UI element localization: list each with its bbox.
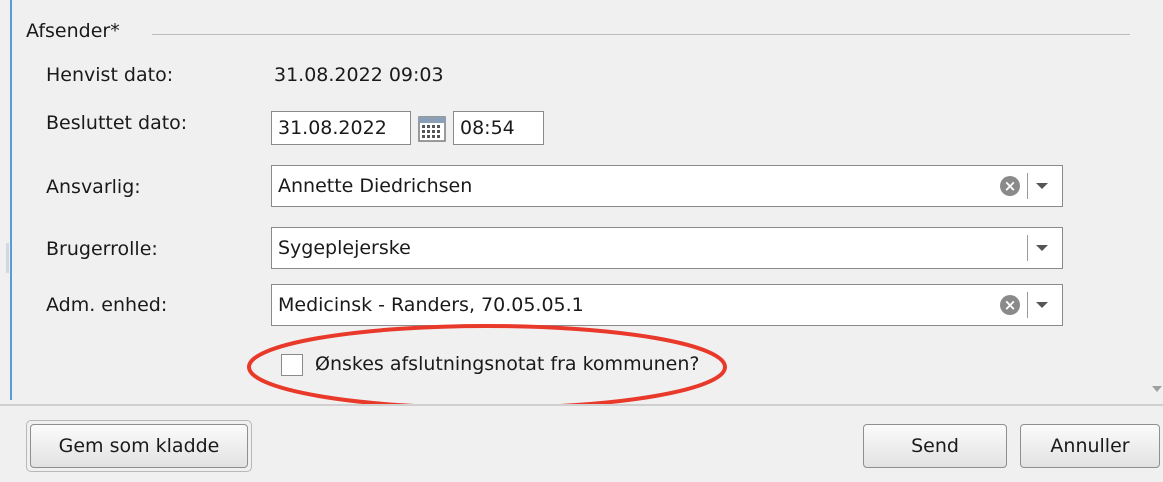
brugerrolle-combobox[interactable]: Sygeplejerske [271,227,1063,269]
send-button[interactable]: Send [863,424,1007,468]
calendar-icon[interactable] [416,115,448,143]
left-accent-tick [6,243,9,273]
afslutningsnotat-label[interactable]: Ønskes afslutningsnotat fra kommunen? [315,353,699,375]
adm-enhed-label: Adm. enhed: [46,294,168,316]
combobox-separator [1027,235,1028,261]
combobox-separator [1027,173,1028,199]
combobox-separator [1027,292,1028,318]
cancel-button[interactable]: Annuller [1020,424,1160,468]
besluttet-date-value: 31.08.2022 [278,117,387,139]
besluttet-time-input[interactable]: 08:54 [453,111,544,145]
besluttet-time-value: 08:54 [460,117,515,139]
brugerrolle-value: Sygeplejerske [278,237,411,259]
chevron-down-icon[interactable] [1036,302,1048,308]
group-title: Afsender* [26,20,124,42]
henvist-dato-value: 31.08.2022 09:03 [274,64,444,86]
scroll-down-icon[interactable] [1152,386,1162,392]
adm-enhed-value: Medicinsk - Randers, 70.05.05.1 [278,294,584,316]
chevron-down-icon[interactable] [1036,183,1048,189]
left-accent-border [10,0,12,400]
clear-icon[interactable]: × [1000,295,1020,315]
adm-enhed-combobox[interactable]: Medicinsk - Randers, 70.05.05.1 × [271,284,1063,326]
ansvarlig-value: Annette Diedrichsen [278,175,473,197]
ansvarlig-combobox[interactable]: Annette Diedrichsen × [271,165,1063,207]
besluttet-dato-label: Besluttet dato: [46,112,188,134]
scrollbar[interactable] [1147,0,1163,400]
chevron-down-icon[interactable] [1036,245,1048,251]
henvist-dato-label: Henvist dato: [46,64,174,86]
afslutningsnotat-checkbox[interactable] [281,354,303,376]
save-draft-button[interactable]: Gem som kladde [30,424,248,468]
clear-icon[interactable]: × [1000,176,1020,196]
besluttet-date-input[interactable]: 31.08.2022 [271,111,411,145]
ansvarlig-label: Ansvarlig: [46,176,141,198]
brugerrolle-label: Brugerrolle: [46,238,158,260]
group-divider [152,34,1130,35]
